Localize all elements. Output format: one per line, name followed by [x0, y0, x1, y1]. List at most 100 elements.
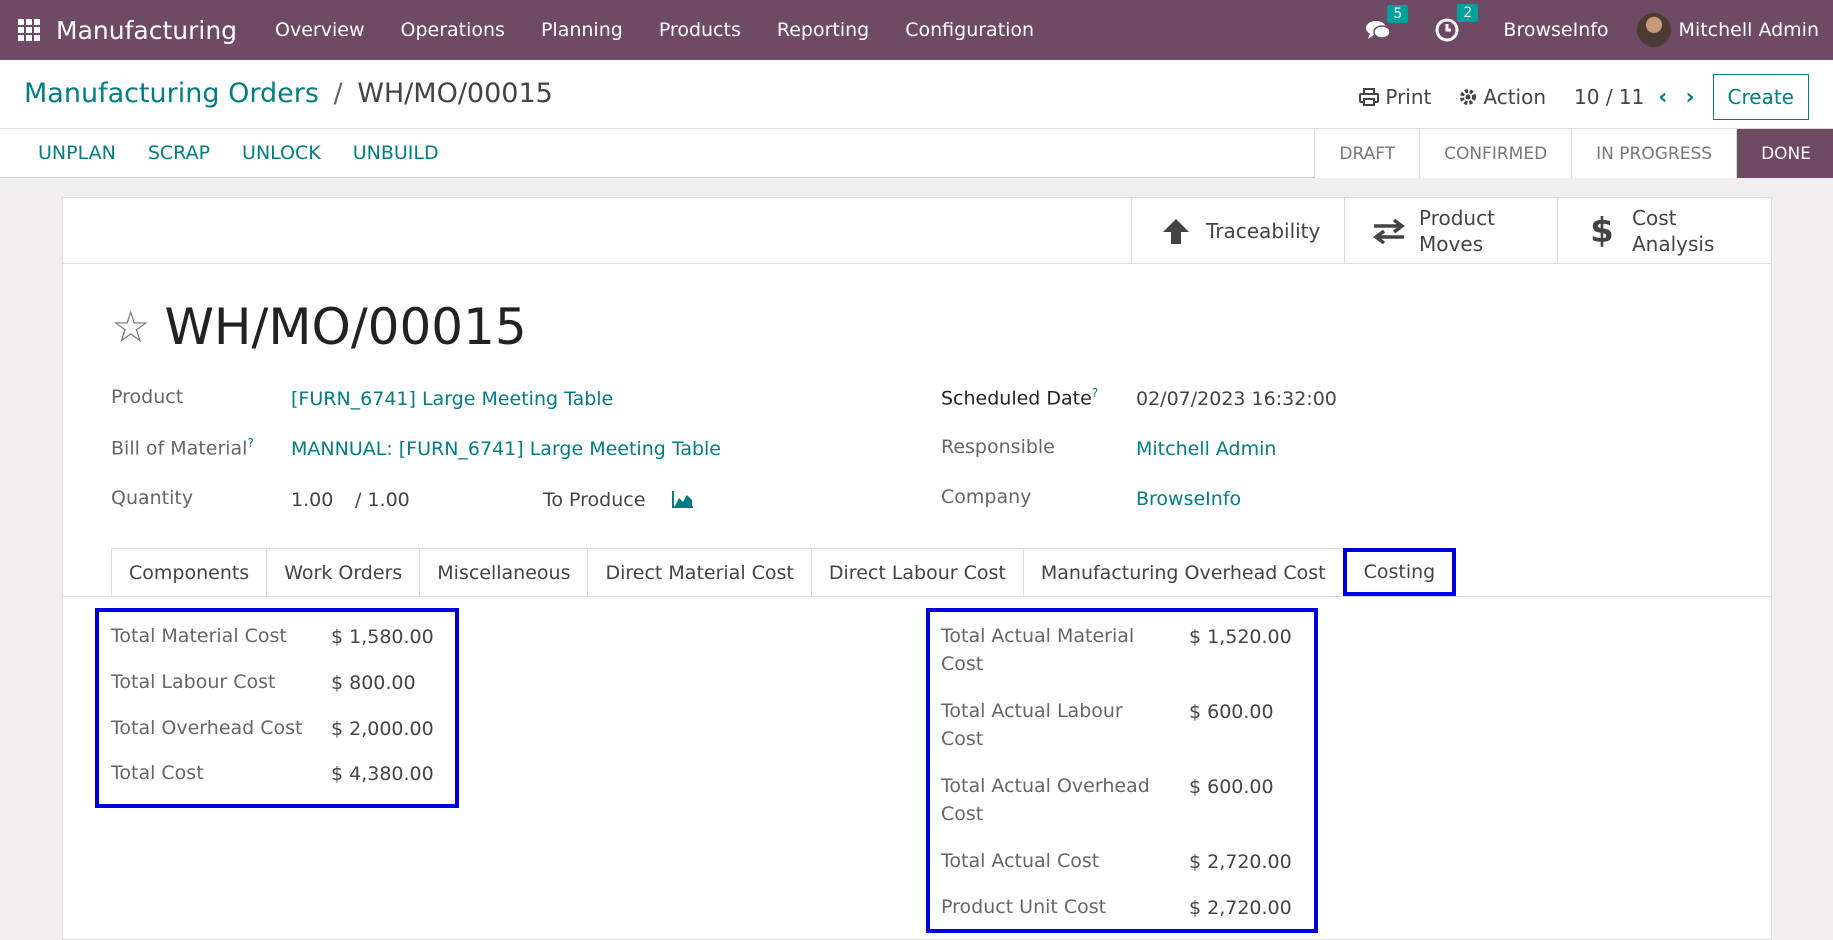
breadcrumb-manufacturing-orders[interactable]: Manufacturing Orders: [24, 78, 319, 109]
bom-field[interactable]: MANNUAL: [FURN_6741] Large Meeting Table: [291, 438, 721, 460]
menu-reporting[interactable]: Reporting: [759, 19, 887, 41]
tab-direct-material-cost[interactable]: Direct Material Cost: [587, 548, 812, 596]
cost-analysis-button[interactable]: $ Cost Analysis: [1557, 198, 1772, 264]
product-moves-label-2: Moves: [1419, 232, 1484, 256]
total-material-cost-value: $ 1,580.00: [331, 626, 434, 648]
app-title[interactable]: Manufacturing: [56, 16, 237, 45]
print-icon: [1359, 88, 1380, 106]
total-actual-labour-cost-value: $ 600.00: [1189, 701, 1274, 723]
responsible-field[interactable]: Mitchell Admin: [1136, 438, 1276, 460]
tab-manufacturing-overhead-cost[interactable]: Manufacturing Overhead Cost: [1022, 548, 1344, 596]
scheduled-date-label: Scheduled Date?: [941, 386, 1099, 410]
status-confirmed[interactable]: CONFIRMED: [1419, 129, 1572, 178]
total-material-cost-label: Total Material Cost: [111, 625, 287, 647]
status-bar: DRAFT CONFIRMED IN PROGRESS DONE: [1314, 129, 1833, 178]
pager-next-icon[interactable]: ›: [1685, 85, 1694, 110]
breadcrumb-current: WH/MO/00015: [357, 78, 553, 109]
smart-button-box: Traceability Product Moves $ Cost Analysis: [63, 198, 1771, 264]
breadcrumb: Manufacturing Orders / WH/MO/00015: [24, 78, 553, 109]
action-label: Action: [1483, 85, 1547, 109]
notebook-tabs: Components Work Orders Miscellaneous Dir…: [111, 548, 1457, 596]
tab-miscellaneous[interactable]: Miscellaneous: [419, 548, 589, 596]
activities-count-badge: 2: [1457, 4, 1479, 22]
unplan-button[interactable]: UNPLAN: [22, 142, 132, 164]
total-actual-overhead-cost-value: $ 600.00: [1189, 776, 1274, 798]
pager-value[interactable]: 10 / 11: [1574, 85, 1644, 109]
tabs-divider: [63, 596, 1773, 597]
create-button[interactable]: Create: [1712, 74, 1809, 120]
dollar-icon: $: [1590, 211, 1614, 251]
favorite-star-icon[interactable]: ☆: [111, 302, 150, 353]
action-button[interactable]: Action: [1459, 85, 1546, 109]
unlock-button[interactable]: UNLOCK: [226, 142, 337, 164]
product-field[interactable]: [FURN_6741] Large Meeting Table: [291, 388, 613, 410]
messages-button[interactable]: 5: [1365, 5, 1409, 41]
menu-overview[interactable]: Overview: [257, 19, 382, 41]
print-label: Print: [1385, 85, 1432, 109]
total-actual-material-cost-value: $ 1,520.00: [1189, 626, 1292, 648]
traceability-label: Traceability: [1206, 219, 1321, 243]
to-produce-label: To Produce: [543, 489, 646, 511]
scheduled-date-field[interactable]: 02/07/2023 16:32:00: [1136, 388, 1337, 410]
total-labour-cost-label: Total Labour Cost: [111, 671, 276, 693]
scrap-button[interactable]: SCRAP: [132, 142, 226, 164]
quantity-field[interactable]: 1.00: [291, 489, 333, 511]
quantity-label: Quantity: [111, 487, 194, 509]
menu-planning[interactable]: Planning: [523, 19, 641, 41]
responsible-label: Responsible: [941, 436, 1055, 458]
traceability-button[interactable]: Traceability: [1131, 198, 1344, 264]
company-switcher[interactable]: BrowseInfo: [1503, 19, 1608, 41]
tab-work-orders[interactable]: Work Orders: [266, 548, 421, 596]
scheduled-date-help-icon[interactable]: ?: [1092, 386, 1098, 400]
total-cost-value: $ 4,380.00: [331, 763, 434, 785]
tab-costing[interactable]: Costing: [1342, 548, 1457, 596]
cost-analysis-label-2: Analysis: [1632, 232, 1715, 256]
status-draft[interactable]: DRAFT: [1314, 129, 1420, 178]
status-done[interactable]: DONE: [1736, 129, 1833, 178]
area-chart-icon[interactable]: [671, 489, 695, 513]
status-in-progress[interactable]: IN PROGRESS: [1571, 129, 1737, 178]
product-unit-cost-value: $ 2,720.00: [1189, 897, 1292, 919]
avatar[interactable]: [1636, 13, 1671, 47]
quantity-total: / 1.00: [355, 489, 410, 511]
bom-label: Bill of Material?: [111, 436, 254, 460]
tab-components[interactable]: Components: [111, 548, 268, 596]
print-button[interactable]: Print: [1359, 85, 1431, 109]
clock-icon: [1435, 18, 1459, 42]
product-moves-label-1: Product: [1419, 206, 1495, 230]
total-overhead-cost-label: Total Overhead Cost: [111, 717, 303, 739]
total-actual-cost-label: Total Actual Cost: [941, 850, 1100, 872]
total-labour-cost-value: $ 800.00: [331, 672, 416, 694]
menu-products[interactable]: Products: [641, 19, 759, 41]
product-label: Product: [111, 386, 184, 408]
unbuild-button[interactable]: UNBUILD: [337, 142, 455, 164]
main-menu: Overview Operations Planning Products Re…: [257, 19, 1052, 41]
breadcrumb-separator: /: [333, 78, 343, 109]
record-title: WH/MO/00015: [164, 298, 527, 356]
menu-operations[interactable]: Operations: [382, 19, 522, 41]
form-sheet: Traceability Product Moves $ Cost Analysis…: [62, 197, 1773, 940]
arrow-up-icon: [1156, 217, 1196, 245]
total-cost-label: Total Cost: [111, 762, 204, 784]
company-label: Company: [941, 486, 1032, 508]
total-actual-material-cost-label: Total Actual Material Cost: [941, 625, 1135, 675]
activities-button[interactable]: 2: [1435, 4, 1479, 42]
top-navbar: Manufacturing Overview Operations Planni…: [0, 0, 1833, 60]
total-actual-overhead-cost-label: Total Actual Overhead Cost: [941, 775, 1150, 825]
apps-menu-icon[interactable]: [18, 19, 40, 41]
messages-count-badge: 5: [1387, 5, 1409, 23]
product-moves-button[interactable]: Product Moves: [1344, 198, 1557, 264]
user-menu[interactable]: Mitchell Admin: [1679, 19, 1819, 41]
bom-help-icon[interactable]: ?: [247, 436, 253, 450]
exchange-icon: [1369, 218, 1409, 244]
menu-configuration[interactable]: Configuration: [887, 19, 1052, 41]
total-actual-cost-value: $ 2,720.00: [1189, 851, 1292, 873]
pager-previous-icon[interactable]: ‹: [1658, 85, 1667, 110]
tab-direct-labour-cost[interactable]: Direct Labour Cost: [810, 548, 1024, 596]
total-overhead-cost-value: $ 2,000.00: [331, 718, 434, 740]
company-field[interactable]: BrowseInfo: [1136, 488, 1241, 510]
product-unit-cost-label: Product Unit Cost: [941, 896, 1107, 918]
cost-analysis-label-1: Cost: [1632, 206, 1677, 230]
control-panel: Manufacturing Orders / WH/MO/00015 Print…: [0, 60, 1833, 178]
gear-icon: [1460, 89, 1477, 105]
